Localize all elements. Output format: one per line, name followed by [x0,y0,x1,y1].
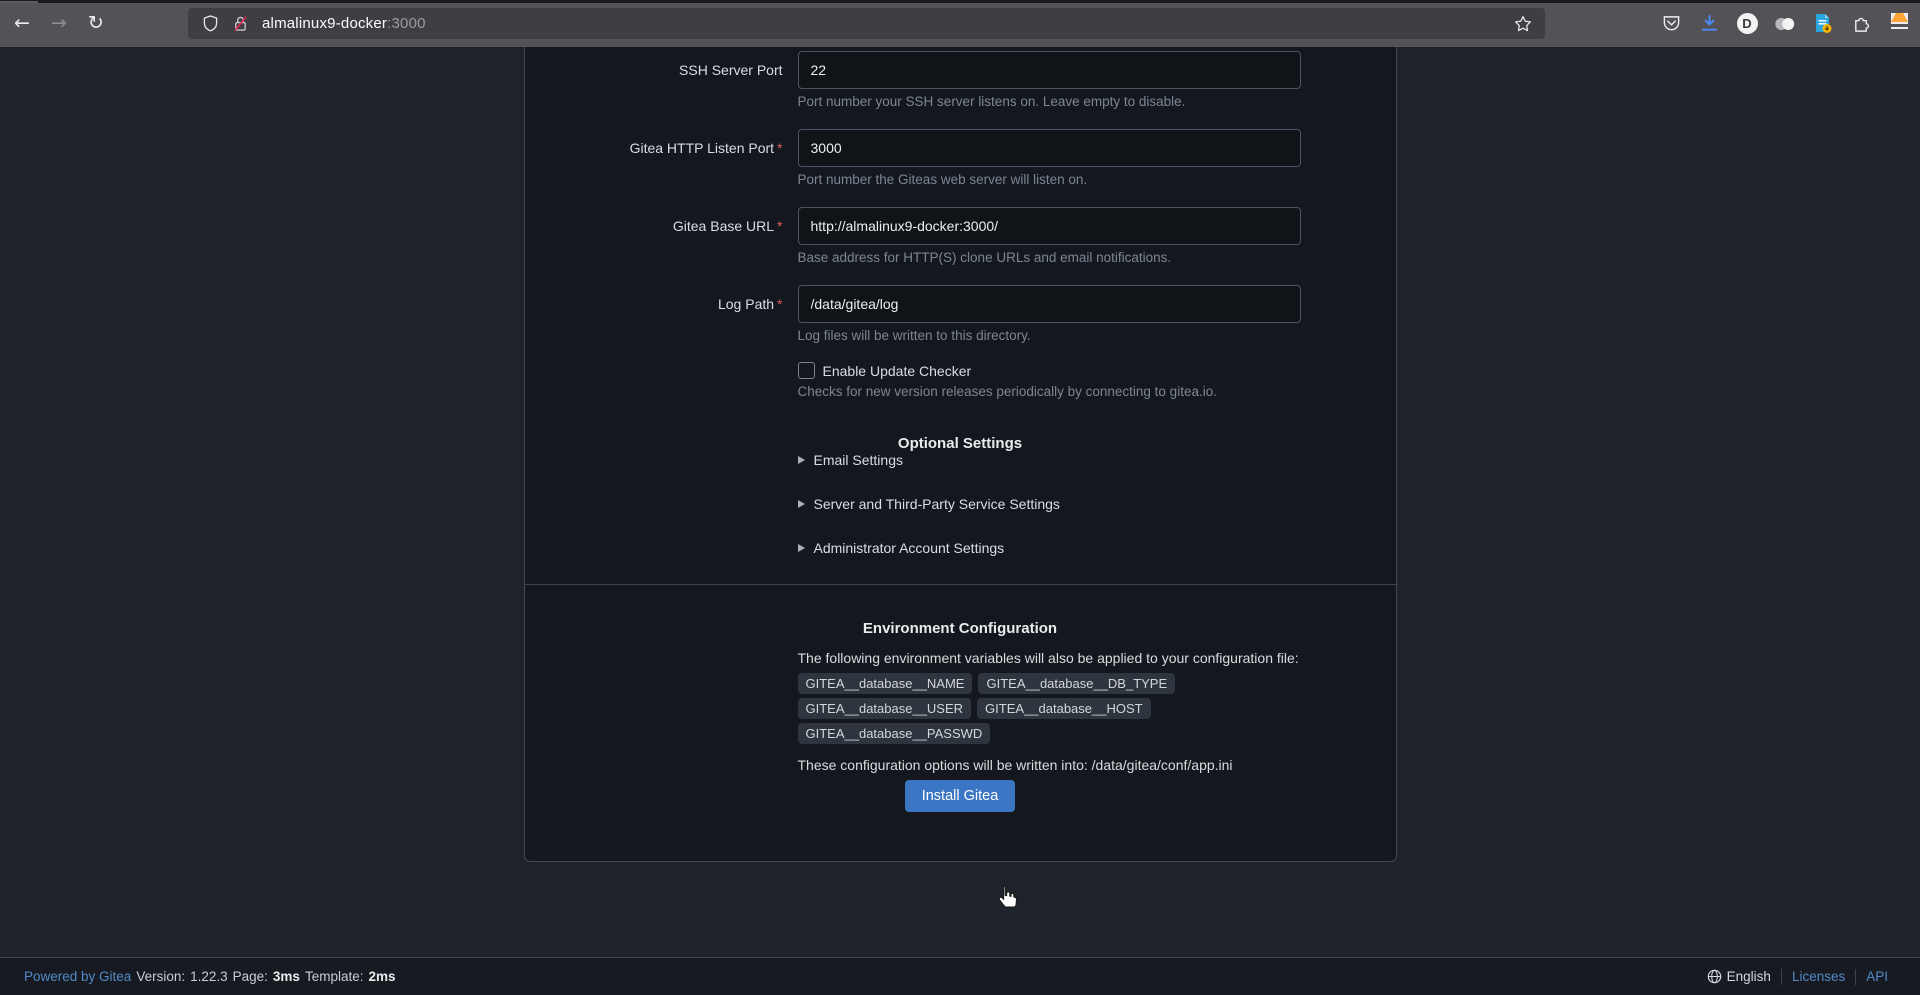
back-button[interactable]: ← [14,8,30,38]
url-port: :3000 [387,15,426,32]
env-outro-text: These configuration options will be writ… [798,757,1382,773]
insecure-lock-icon[interactable] [228,12,252,36]
extension-circles-icon[interactable] [1773,12,1797,36]
env-var-tag: GITEA__database__PASSWD [798,723,991,744]
template-time-value: 2ms [368,969,395,984]
forward-button[interactable]: → [51,8,67,38]
env-var-tag: GITEA__database__HOST [977,698,1151,719]
field-ssh-port: SSH Server Port Port number your SSH ser… [539,51,1382,110]
licenses-link[interactable]: Licenses [1792,969,1845,984]
section-email-settings[interactable]: Email Settings [798,452,1382,468]
base-url-label: Gitea Base URL* [539,207,783,245]
bookmark-star-icon[interactable] [1511,12,1535,36]
globe-icon [1707,969,1722,984]
required-marker: * [777,140,782,156]
caret-right-icon [798,456,805,464]
tab-strip-sliver [0,1,38,3]
language-menu[interactable]: English [1707,969,1771,984]
field-base-url: Gitea Base URL* Base address for HTTP(S)… [539,207,1382,266]
http-port-label: Gitea HTTP Listen Port* [539,129,783,167]
api-link[interactable]: API [1866,969,1888,984]
extension-d-icon[interactable]: D [1735,12,1759,36]
environment-configuration-heading: Environment Configuration [539,620,1382,637]
caret-right-icon [798,500,805,508]
update-checker-label: Enable Update Checker [823,363,972,379]
page-time-label: Page: [233,969,268,984]
ssh-port-help: Port number your SSH server listens on. … [798,95,1301,110]
log-path-input[interactable] [798,285,1301,323]
downloads-icon[interactable] [1697,12,1721,36]
install-form-panel: SSH Server Port Port number your SSH ser… [524,47,1397,862]
footer-divider [1781,969,1782,985]
update-checker-row[interactable]: Enable Update Checker [798,362,1382,379]
env-var-tag: GITEA__database__DB_TYPE [978,673,1175,694]
env-var-tag: GITEA__database__USER [798,698,972,719]
env-intro-text: The following environment variables will… [798,650,1382,666]
section-divider [525,584,1396,585]
required-marker: * [777,218,782,234]
mouse-cursor [994,883,1021,916]
powered-by-link[interactable]: Powered by Gitea [24,969,131,984]
url-text: almalinux9-docker:3000 [262,15,426,32]
pocket-icon[interactable] [1659,12,1683,36]
update-checker-help: Checks for new version releases periodic… [798,384,1382,399]
section-admin-settings[interactable]: Administrator Account Settings [798,540,1382,556]
env-var-tag: GITEA__database__NAME [798,673,973,694]
ssh-port-label: SSH Server Port [539,51,783,89]
section-server-settings[interactable]: Server and Third-Party Service Settings [798,496,1382,512]
version-value: 1.22.3 [190,969,228,984]
reload-button[interactable]: ↻ [88,8,104,38]
page-footer: Powered by Gitea Version: 1.22.3 Page: 3… [0,957,1920,995]
menu-alert-badge [1891,13,1908,22]
http-port-input[interactable] [798,129,1301,167]
http-port-help: Port number the Giteas web server will l… [798,173,1301,188]
template-time-label: Template: [305,969,364,984]
extension-document-icon[interactable] [1811,12,1835,36]
tracking-shield-icon[interactable] [198,12,222,36]
log-path-help: Log files will be written to this direct… [798,329,1301,344]
required-marker: * [777,296,782,312]
gitea-install-page: SSH Server Port Port number your SSH ser… [0,47,1920,995]
base-url-input[interactable] [798,207,1301,245]
page-time-value: 3ms [273,969,300,984]
field-log-path: Log Path* Log files will be written to t… [539,285,1382,344]
env-var-tags: GITEA__database__NAME GITEA__database__D… [798,673,1301,744]
log-path-label: Log Path* [539,285,783,323]
menu-icon[interactable] [1887,12,1911,36]
footer-divider [1855,969,1856,985]
ssh-port-input[interactable] [798,51,1301,89]
install-gitea-button[interactable]: Install Gitea [905,780,1016,812]
update-checker-checkbox[interactable] [798,362,815,379]
version-label: Version: [136,969,185,984]
extensions-puzzle-icon[interactable] [1849,12,1873,36]
caret-right-icon [798,544,805,552]
browser-toolbar: ← → ↻ almalinux9-docker:3000 D [0,0,1920,47]
optional-settings-heading: Optional Settings [539,435,1382,452]
field-http-port: Gitea HTTP Listen Port* Port number the … [539,129,1382,188]
base-url-help: Base address for HTTP(S) clone URLs and … [798,251,1301,266]
url-bar[interactable]: almalinux9-docker:3000 [188,8,1545,39]
